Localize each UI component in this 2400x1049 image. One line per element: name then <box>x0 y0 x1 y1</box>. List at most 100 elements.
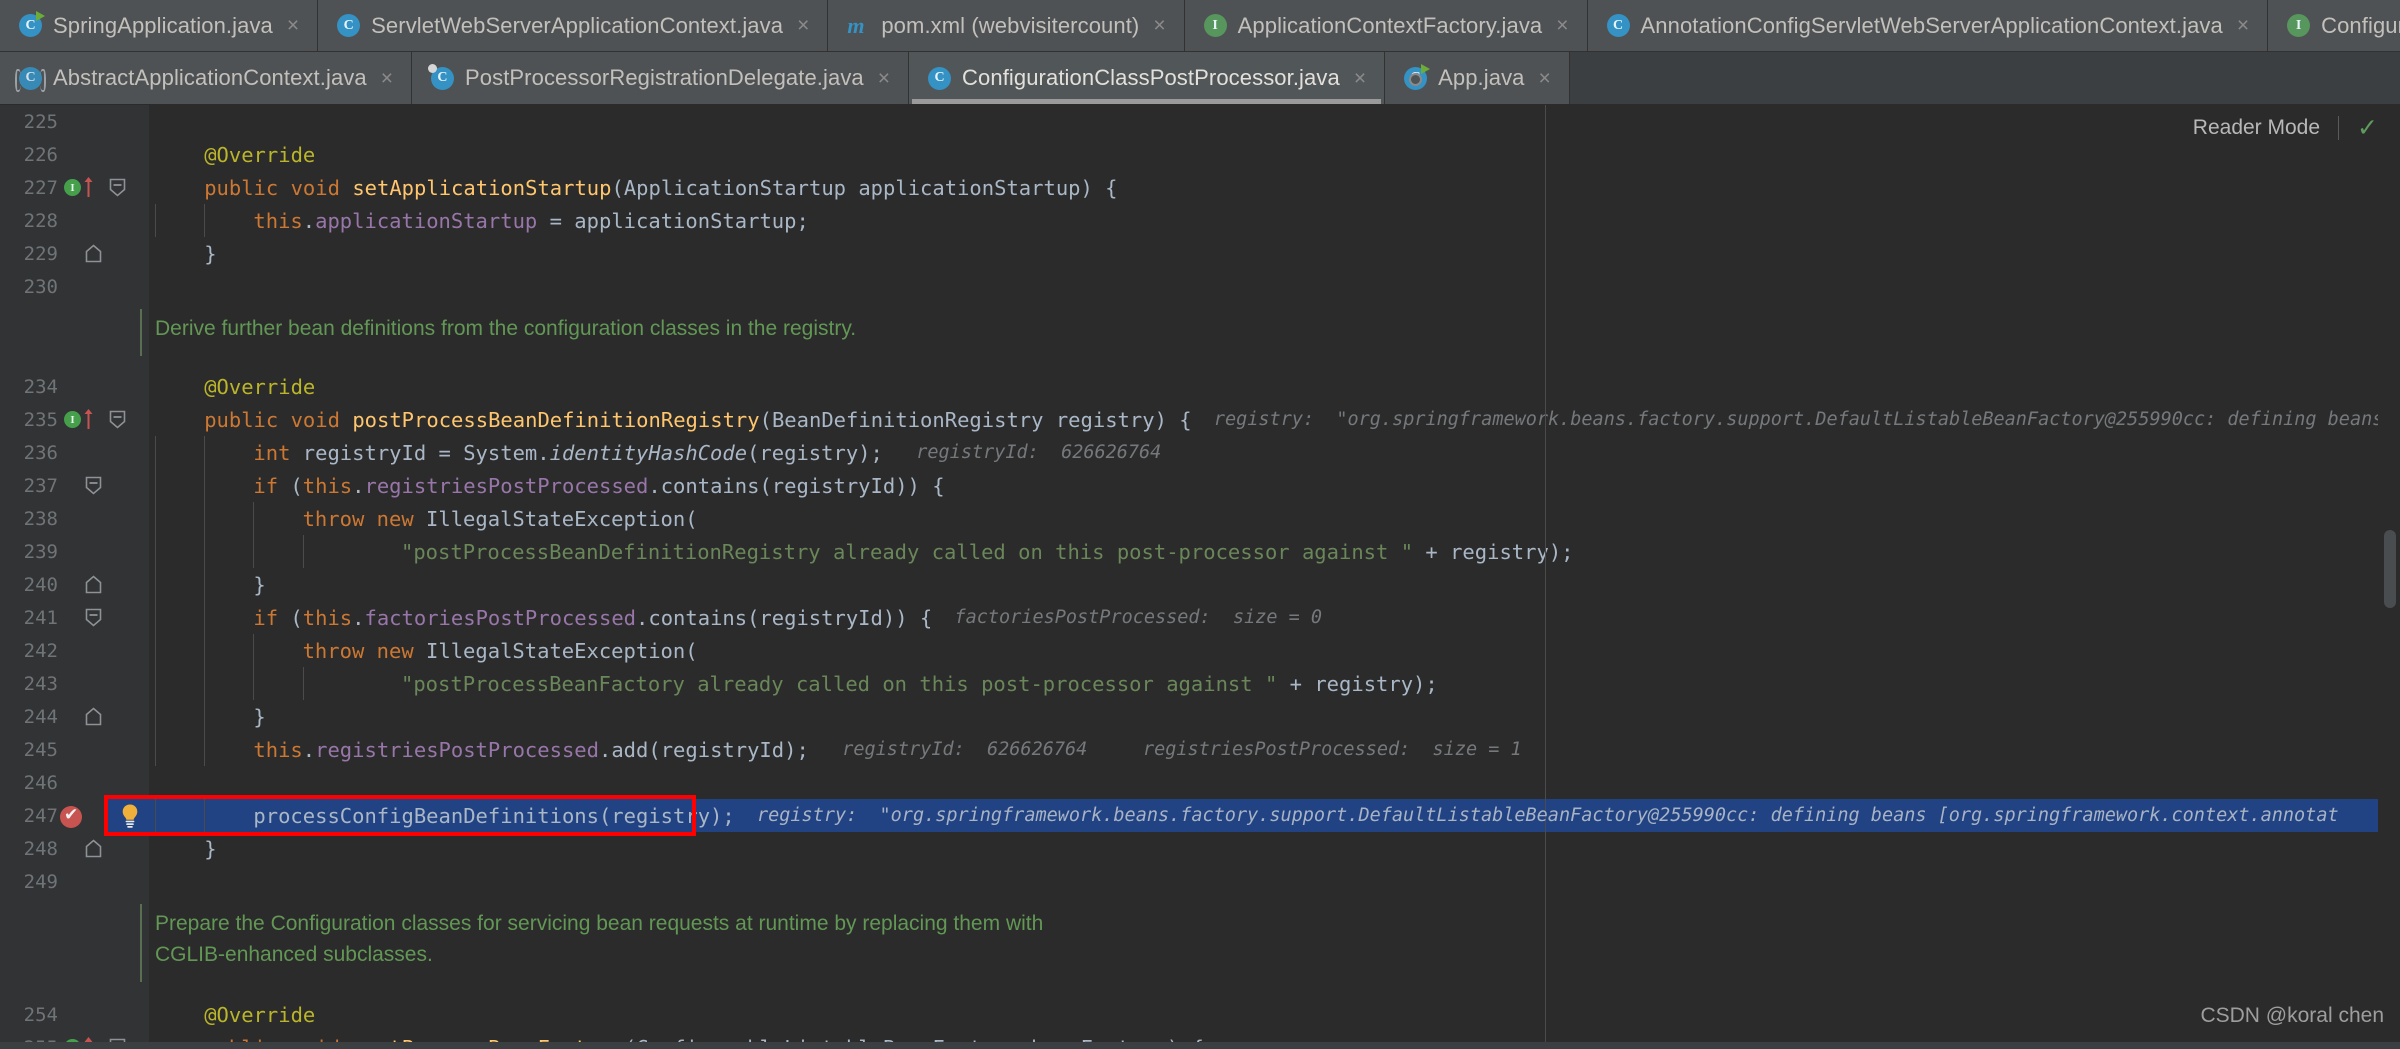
reader-mode-check-icon[interactable]: ✓ <box>2357 113 2378 143</box>
tab-close-icon[interactable]: × <box>1556 15 1568 36</box>
code-token: registryId = System. <box>290 440 550 465</box>
tab-spring-application[interactable]: C SpringApplication.java × <box>0 0 319 51</box>
line-number: 226 <box>23 143 58 166</box>
code-line[interactable]: 239 "postProcessBeanDefinitionRegistry al… <box>0 535 2400 568</box>
code-line[interactable]: 242 throw new IllegalStateException( <box>0 634 2400 667</box>
tab-label: SpringApplication.java <box>53 12 273 38</box>
code-line[interactable]: 244} <box>0 700 2400 733</box>
tab-label: AbstractApplicationContext.java <box>53 65 367 90</box>
code-token: processConfigBeanDefinitions(registry); <box>253 803 735 828</box>
tab-close-icon[interactable]: × <box>2237 15 2249 36</box>
code-token: registriesPostProcessed <box>315 737 599 762</box>
code-line[interactable]: 234 @Override <box>0 370 2400 403</box>
code-line[interactable]: 254 @Override <box>0 998 2400 1031</box>
tab-pom-xml[interactable]: m pom.xml (webvisitercount) × <box>828 0 1185 51</box>
code-line-text: @Override <box>204 138 315 171</box>
code-fold-toggle[interactable] <box>84 608 103 627</box>
code-line[interactable]: 237 if (this. registriesPostProcessed .cont… <box>0 469 2400 502</box>
indent-guide <box>155 436 156 469</box>
indent-guide <box>204 502 206 535</box>
code-line[interactable]: 236 int registryId = System. identityHashC… <box>0 436 2400 469</box>
code-fold-toggle[interactable] <box>84 707 103 726</box>
code-fold-toggle[interactable] <box>108 410 127 429</box>
tab-servlet-web-server-application-context[interactable]: C ServletWebServerApplicationContext.jav… <box>318 0 829 51</box>
javadoc-block-marker <box>140 309 142 356</box>
code-line-text: } <box>253 568 265 601</box>
code-content-area[interactable]: 225 226 @Override 227 Ipublic void setApplic… <box>0 105 2400 1049</box>
code-line-selected[interactable]: 247 ✔ processConfigBeanDefinitions(registr… <box>0 799 2400 832</box>
code-line-text: } <box>204 237 216 270</box>
line-number: 229 <box>23 242 58 265</box>
tab-close-icon[interactable]: × <box>381 68 393 89</box>
override-arrow-icon[interactable] <box>83 176 94 198</box>
code-token: setApplicationStartup <box>352 175 612 200</box>
implements-method-icon[interactable]: I <box>64 179 81 196</box>
code-token: .contains(registryId)) { <box>648 473 945 498</box>
code-line[interactable]: 243 "postProcessBeanFactory already calle… <box>0 667 2400 700</box>
code-line[interactable]: 227 Ipublic void setApplicationStartup(Ap… <box>0 171 2400 204</box>
tab-close-icon[interactable]: × <box>1539 68 1551 89</box>
tab-close-icon[interactable]: × <box>797 15 809 36</box>
editor-right-margin-line <box>1545 105 1546 1049</box>
tab-app[interactable]: C App.java × <box>1385 52 1570 104</box>
tab-configurable-application-context[interactable]: I ConfigurableApplicationContext.java × <box>2268 0 2400 51</box>
code-line-text: throw new IllegalStateException( <box>303 634 698 667</box>
tab-close-icon[interactable]: × <box>878 68 890 89</box>
indent-guide <box>204 700 206 733</box>
code-token: } <box>204 836 217 861</box>
code-line[interactable]: 249 <box>0 865 2400 898</box>
tab-annotation-config-servlet-web-server-application-context[interactable]: C AnnotationConfigServletWebServerApplic… <box>1587 0 2269 51</box>
editor-vertical-scrollbar[interactable] <box>2378 150 2400 1049</box>
code-token: IllegalStateException( <box>426 638 698 663</box>
code-line[interactable]: 238 throw new IllegalStateException( <box>0 502 2400 535</box>
code-line[interactable]: 241 if (this. factoriesPostProcessed .conta… <box>0 601 2400 634</box>
inline-debugger-hint: registry: "org.springframework.beans.fac… <box>734 805 2339 826</box>
code-line-text: if (this. registriesPostProcessed .contain… <box>253 469 944 502</box>
tab-abstract-application-context[interactable]: C AbstractApplicationContext.java × <box>0 52 412 104</box>
code-fold-toggle[interactable] <box>84 839 103 858</box>
spring-class-icon: C <box>19 11 45 37</box>
code-fold-toggle[interactable] <box>84 244 103 263</box>
line-number: 242 <box>23 639 58 662</box>
intention-bulb-icon[interactable] <box>118 803 142 829</box>
code-fold-toggle[interactable] <box>84 476 103 495</box>
override-arrow-icon[interactable] <box>83 408 94 430</box>
tab-close-icon[interactable]: × <box>1153 15 1165 36</box>
indent-guide <box>302 667 304 700</box>
code-editor[interactable]: 225 226 @Override 227 Ipublic void setApplic… <box>0 105 2400 1049</box>
tab-post-processor-registration-delegate[interactable]: C PostProcessorRegistrationDelegate.java… <box>411 52 910 104</box>
tab-label: ConfigurableApplicationContext.java <box>2321 12 2400 38</box>
scrollbar-thumb[interactable] <box>2384 530 2396 608</box>
code-token: int <box>253 440 291 465</box>
code-line-text: public void postProcessBeanDefinitionReg… <box>204 403 2383 436</box>
code-line[interactable]: 240} <box>0 568 2400 601</box>
code-fold-toggle[interactable] <box>108 178 127 197</box>
implements-method-icon[interactable]: I <box>64 411 81 428</box>
code-line[interactable]: 229} <box>0 237 2400 270</box>
java-class-icon: C <box>337 14 361 37</box>
code-token: IllegalStateException( <box>426 506 698 531</box>
indent-guide <box>155 535 156 568</box>
code-line-text: processConfigBeanDefinitions(registry); … <box>253 799 2338 832</box>
java-class-icon: C <box>928 66 952 90</box>
code-token: ApplicationStartup applicationStartup <box>623 175 1081 200</box>
breakpoint-verified-icon[interactable]: ✔ <box>60 805 82 828</box>
code-token: public <box>204 407 291 432</box>
code-line[interactable]: 235 Ipublic void postProcessBeanDefinitio… <box>0 403 2400 436</box>
code-line[interactable]: 246 <box>0 766 2400 799</box>
code-line[interactable]: 245 this. registriesPostProcessed .add(regi… <box>0 733 2400 766</box>
code-line[interactable]: 228 this. applicationStartup = application… <box>0 204 2400 237</box>
tab-close-icon[interactable]: × <box>287 15 299 36</box>
indent-guide <box>253 535 255 568</box>
code-token: . <box>302 737 316 762</box>
javadoc-rendered-text: Derive further bean definitions from the… <box>155 317 857 340</box>
code-fold-toggle[interactable] <box>84 575 103 594</box>
code-line[interactable]: 230 <box>0 270 2400 303</box>
tab-label: App.java <box>1438 65 1525 90</box>
tab-close-icon[interactable]: × <box>1354 68 1366 89</box>
tab-application-context-factory[interactable]: I ApplicationContextFactory.java × <box>1184 0 1588 51</box>
tab-configuration-class-post-processor[interactable]: C ConfigurationClassPostProcessor.java × <box>909 52 1386 104</box>
tab-label: PostProcessorRegistrationDelegate.java <box>464 65 864 90</box>
code-line[interactable]: 248} <box>0 832 2400 865</box>
line-number: 254 <box>23 1003 58 1026</box>
